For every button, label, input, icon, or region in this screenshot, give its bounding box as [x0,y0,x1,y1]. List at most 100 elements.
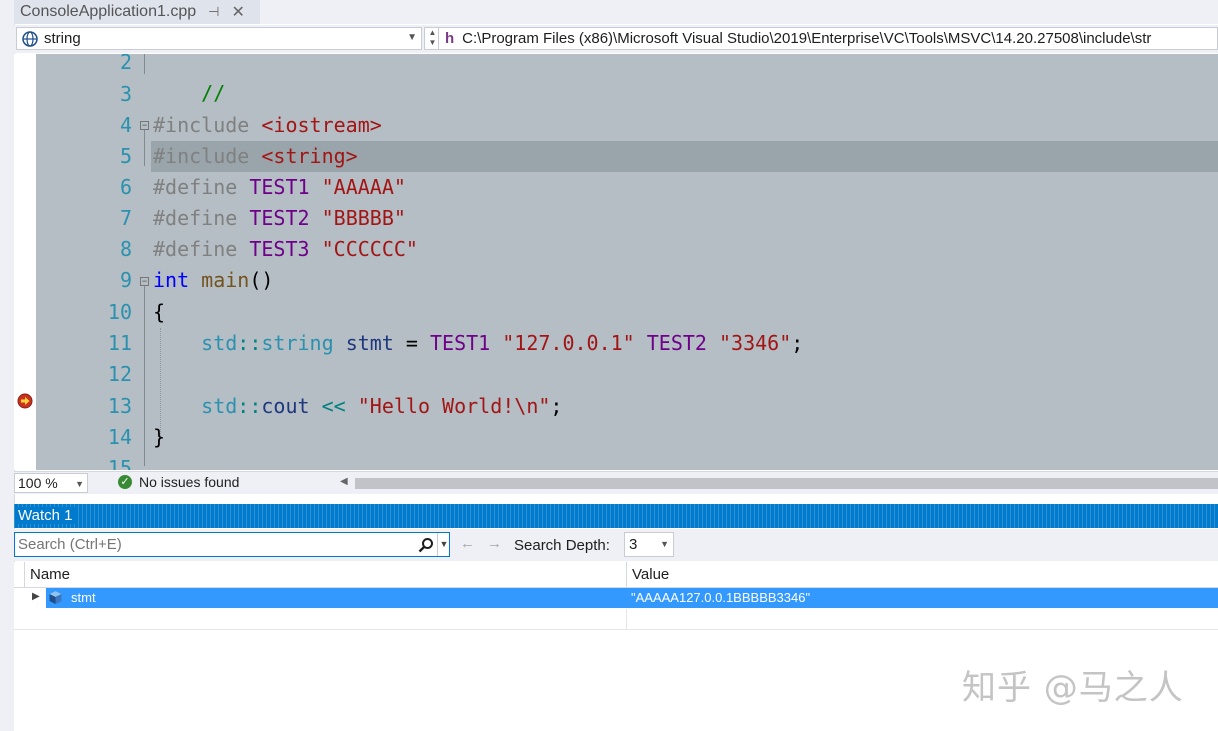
line-number: 13 [107,394,132,418]
macro-name[interactable]: TEST1 [430,331,490,355]
chevron-down-icon[interactable]: ▼ [660,533,669,556]
file-path-dropdown[interactable]: h C:\Program Files (x86)\Microsoft Visua… [438,27,1218,50]
pin-icon[interactable]: ⊣ [208,4,219,20]
scope-dropdown[interactable]: string ▼ [16,27,422,50]
line-number: 7 [119,206,132,230]
watch-window-title-bar[interactable]: Watch 1 [14,504,1218,528]
string-literal: "Hello World!\n" [357,394,551,418]
chevron-down-icon[interactable]: ▼ [407,32,417,43]
column-header-name[interactable]: Name [30,566,70,583]
variable-name[interactable]: stmt [346,331,394,355]
horizontal-scrollbar-thumb[interactable] [355,478,1218,489]
arrow-right-icon[interactable]: → [487,535,502,552]
preprocessor-directive: #define [153,175,238,199]
zoom-value: 100 % [18,475,58,491]
preprocessor-directive: #define [153,237,238,261]
file-path-value: C:\Program Files (x86)\Microsoft Visual … [462,30,1152,47]
issues-indicator[interactable]: ✓ No issues found [118,474,239,490]
line-number: 12 [107,362,132,386]
line-number: 2 [119,54,132,74]
code-line-11[interactable]: std::string stmt = TEST1 "127.0.0.1" TES… [153,328,803,359]
column-separator [24,562,25,587]
keyword: int [153,268,190,292]
code-line-10[interactable]: { [153,297,165,328]
issues-text: No issues found [139,474,240,490]
search-depth-value: 3 [629,536,638,553]
outline-line [144,54,145,74]
check-circle-icon: ✓ [118,475,132,489]
current-statement-arrow-icon[interactable] [17,393,33,409]
include-path: <iostream> [249,113,382,137]
object-name[interactable]: cout [261,394,309,418]
line-number: 6 [119,175,132,199]
column-separator [626,609,627,629]
assign-operator: = [393,331,430,355]
watch-title: Watch 1 [18,507,79,524]
macro-name[interactable]: TEST1 [249,175,309,199]
string-literal: "3346" [719,331,792,355]
watermark: 知乎 @马之人 [962,668,1184,708]
string-literal: "127.0.0.1" [502,331,635,355]
macro-name[interactable]: TEST3 [249,237,309,261]
header-file-icon: h [445,30,455,47]
line-number: 14 [107,425,132,449]
navigation-bar: string ▼ ▲ ▼ h C:\Program Files (x86)\Mi… [14,25,1218,53]
search-depth-label: Search Depth: [514,537,610,554]
close-icon[interactable]: ✕ [231,2,244,22]
collapse-include-icon[interactable]: − [140,121,149,130]
watch-search-input[interactable] [18,535,408,554]
code-line-8[interactable]: #define TEST3 "CCCCCC" [153,234,418,265]
collapse-main-icon[interactable]: − [140,277,149,286]
code-line-14[interactable]: } [153,422,165,453]
line-number: 4 [119,113,132,137]
column-header-value[interactable]: Value [632,566,669,583]
line-number: 3 [119,82,132,106]
name-cell-bg [46,588,626,608]
zoom-dropdown[interactable]: 100 % ▼ [14,473,88,493]
macro-name[interactable]: TEST2 [647,331,707,355]
include-path: <string> [249,144,358,168]
open-brace: { [153,300,166,324]
watch-row[interactable]: ▶ stmt "AAAAA127.0.0.1BBBBB3346" [14,588,1218,608]
tab-consoleapplication1[interactable]: ConsoleApplication1.cpp ⊣ ✕ [14,0,260,24]
document-tab-bar: ConsoleApplication1.cpp ⊣ ✕ [14,0,1218,24]
line-number: 10 [107,300,132,324]
line-number: 11 [107,331,132,355]
object-cube-icon [48,590,63,605]
preprocessor-directive: #include [153,144,250,168]
chevron-down-icon[interactable]: ▼ [437,533,450,556]
line-number: 15 [107,456,132,470]
scope-operator: :: [237,331,262,355]
expand-arrow-icon[interactable]: ▶ [32,591,40,602]
globe-icon [20,29,40,49]
code-line-6[interactable]: #define TEST1 "AAAAA" [153,172,406,203]
code-line-4[interactable]: #include <iostream> [153,110,382,141]
function-name[interactable]: main [201,268,249,292]
comment: // [201,81,226,105]
code-line-9[interactable]: int main() [153,265,273,296]
scroll-left-icon[interactable]: ◀ [340,476,348,487]
watch-item-value[interactable]: "AAAAA127.0.0.1BBBBB3346" [631,590,810,605]
string-literal: "BBBBB" [321,206,406,230]
code-line-13[interactable]: std::cout << "Hello World!\n"; [153,391,562,422]
watch-toolbar: ▼ ← → Search Depth: 3 ▼ [14,529,1218,561]
arrow-left-icon[interactable]: ← [460,535,475,552]
outline-line [144,286,145,466]
chevron-down-icon[interactable]: ▼ [75,475,84,493]
column-separator[interactable] [626,562,627,587]
scope-operator: :: [237,394,262,418]
code-line-7[interactable]: #define TEST2 "BBBBB" [153,203,406,234]
close-brace: } [153,425,166,449]
preprocessor-directive: #include [153,113,250,137]
code-line-5[interactable]: #include <string> [153,141,358,172]
line-number: 8 [119,237,132,261]
search-icon[interactable] [415,533,437,556]
watch-search-box[interactable]: ▼ [14,532,450,557]
tab-title: ConsoleApplication1.cpp [20,3,197,20]
left-tool-strip [0,0,15,731]
watch-add-item-row[interactable] [14,609,1218,630]
type-name: string [261,331,334,355]
macro-name[interactable]: TEST2 [249,206,309,230]
code-editor[interactable]: 2 3 4 5 6 7 8 9 10 11 12 13 14 15 − − //… [14,54,1218,470]
search-depth-dropdown[interactable]: 3 ▼ [624,532,674,557]
